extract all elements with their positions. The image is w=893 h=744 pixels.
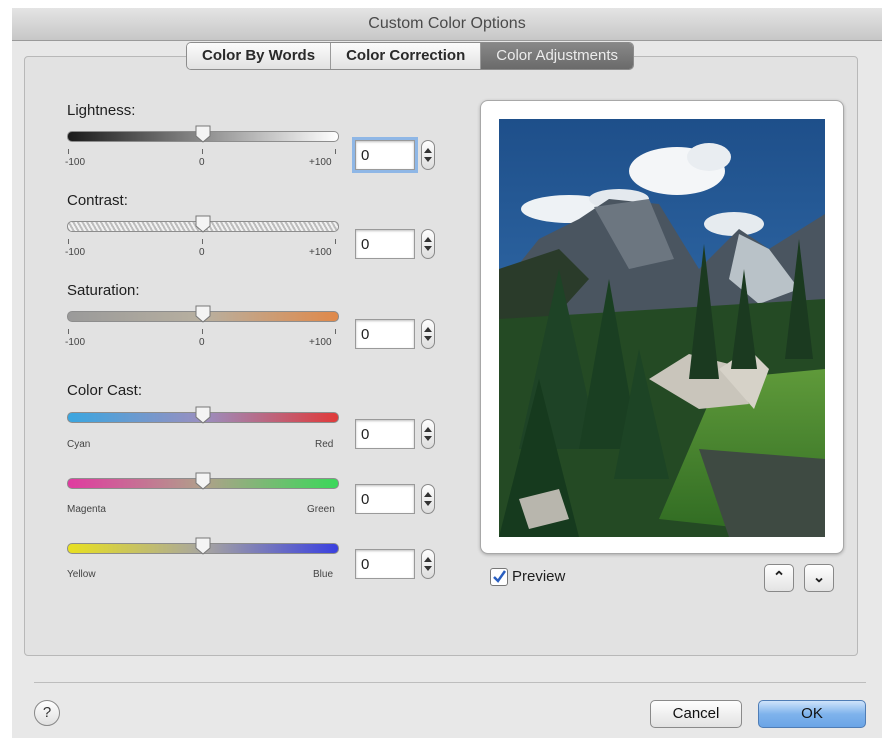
cyan-label: Cyan: [67, 439, 91, 450]
stepper-down-icon: [424, 501, 432, 506]
tab-bar: Color By Words Color Correction Color Ad…: [186, 42, 634, 70]
contrast-max-label: +100: [309, 247, 332, 258]
tick: [335, 239, 336, 244]
cancel-button[interactable]: Cancel: [650, 700, 742, 728]
tab-color-adjustments[interactable]: Color Adjustments: [481, 43, 633, 69]
checkmark-icon: [493, 570, 507, 583]
lightness-mid-label: 0: [199, 157, 205, 168]
saturation-min-label: -100: [65, 337, 86, 348]
green-label: Green: [307, 504, 335, 515]
stepper-up-icon: [424, 327, 432, 332]
tick: [68, 149, 69, 154]
lightness-value-field[interactable]: 0: [355, 140, 415, 170]
contrast-label: Contrast:: [67, 192, 128, 209]
lightness-min-label: -100: [65, 157, 86, 168]
cyan-red-value-field[interactable]: 0: [355, 419, 415, 449]
stepper-up-icon: [424, 148, 432, 153]
tick: [202, 149, 203, 154]
tick: [68, 329, 69, 334]
saturation-stepper[interactable]: [421, 319, 435, 349]
preview-checkbox[interactable]: [490, 568, 508, 586]
stepper-down-icon: [424, 246, 432, 251]
contrast-slider-knob[interactable]: [195, 215, 211, 233]
chevron-up-icon: ⌃: [772, 569, 786, 586]
tick: [202, 239, 203, 244]
stepper-down-icon: [424, 566, 432, 571]
saturation-value-field[interactable]: 0: [355, 319, 415, 349]
contrast-min-label: -100: [65, 247, 86, 258]
preview-frame: [480, 100, 844, 554]
tick: [68, 239, 69, 244]
lightness-stepper[interactable]: [421, 140, 435, 170]
stepper-up-icon: [424, 427, 432, 432]
stepper-up-icon: [424, 557, 432, 562]
contrast-value-field[interactable]: 0: [355, 229, 415, 259]
preview-label: Preview: [512, 568, 566, 585]
chevron-down-icon: ⌄: [812, 569, 826, 586]
contrast-stepper[interactable]: [421, 229, 435, 259]
lightness-label: Lightness:: [67, 102, 136, 119]
window-title: Custom Color Options: [12, 8, 882, 41]
tab-color-correction[interactable]: Color Correction: [331, 43, 482, 69]
saturation-slider-knob[interactable]: [195, 305, 211, 323]
lightness-max-label: +100: [309, 157, 332, 168]
magenta-label: Magenta: [67, 504, 106, 515]
footer-separator: [34, 682, 866, 683]
preview-image: [499, 119, 825, 537]
lightness-slider-knob[interactable]: [195, 125, 211, 143]
yellow-blue-stepper[interactable]: [421, 549, 435, 579]
yellow-label: Yellow: [67, 569, 96, 580]
tab-color-by-words[interactable]: Color By Words: [187, 43, 332, 69]
magenta-green-slider-knob[interactable]: [195, 472, 211, 490]
red-label: Red: [315, 439, 334, 450]
help-button[interactable]: ?: [34, 700, 60, 726]
blue-label: Blue: [313, 569, 334, 580]
next-button[interactable]: ⌄: [804, 564, 834, 592]
tick: [335, 149, 336, 154]
cyan-red-slider-knob[interactable]: [195, 406, 211, 424]
magenta-green-stepper[interactable]: [421, 484, 435, 514]
yellow-blue-value-field[interactable]: 0: [355, 549, 415, 579]
stepper-up-icon: [424, 492, 432, 497]
color-cast-label: Color Cast:: [67, 382, 143, 399]
saturation-mid-label: 0: [199, 337, 205, 348]
saturation-max-label: +100: [309, 337, 332, 348]
stepper-up-icon: [424, 237, 432, 242]
stepper-down-icon: [424, 157, 432, 162]
previous-button[interactable]: ⌃: [764, 564, 794, 592]
stepper-down-icon: [424, 436, 432, 441]
stepper-down-icon: [424, 336, 432, 341]
contrast-mid-label: 0: [199, 247, 205, 258]
saturation-label: Saturation:: [67, 282, 140, 299]
cyan-red-stepper[interactable]: [421, 419, 435, 449]
tick: [335, 329, 336, 334]
yellow-blue-slider-knob[interactable]: [195, 537, 211, 555]
ok-button[interactable]: OK: [758, 700, 866, 728]
magenta-green-value-field[interactable]: 0: [355, 484, 415, 514]
tick: [202, 329, 203, 334]
